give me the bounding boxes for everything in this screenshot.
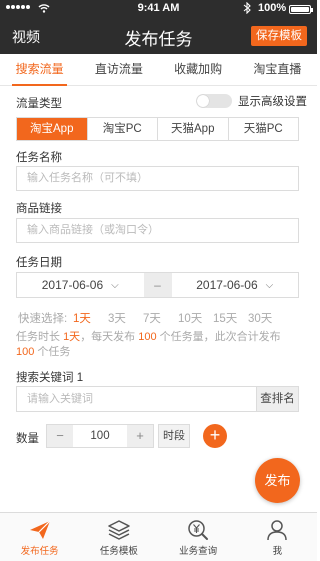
task-name-label: 任务名称 xyxy=(16,152,62,164)
bottom-nav-label: 任务模板 xyxy=(99,546,138,557)
end-date-picker[interactable]: 2017-06-06 ⌵ xyxy=(172,273,299,297)
quick-option-1-day[interactable]: 1天 xyxy=(73,310,108,326)
tab-favorite-cart[interactable]: 收藏加购 xyxy=(159,54,238,85)
quick-option-3-days[interactable]: 3天 xyxy=(108,310,143,326)
bottom-nav-label: 业务查询 xyxy=(179,546,218,557)
task-name-input[interactable]: 输入任务名称（可不填） xyxy=(16,166,299,191)
search-yen-icon xyxy=(188,520,209,540)
chevron-down-icon: ⌵ xyxy=(265,279,274,291)
summary-per-day: 100 xyxy=(138,331,157,343)
start-date-picker[interactable]: 2017-06-06 ⌵ xyxy=(17,273,144,297)
quantity-label: 数量 xyxy=(16,433,39,445)
navigation-bar: 视频 发布任务 保存模板 xyxy=(0,18,317,54)
keyword-row: 请输入关键词 查排名 xyxy=(16,386,299,412)
platform-taobao-pc[interactable]: 淘宝PC xyxy=(88,118,158,140)
quick-option-10-days[interactable]: 10天 xyxy=(178,310,213,326)
summary-text: 个任务量，此次合计发布 xyxy=(159,331,281,343)
bottom-nav-task-template[interactable]: 任务模板 xyxy=(79,513,158,561)
quantity-plus-button[interactable]: + xyxy=(127,425,153,447)
summary-text: 任务时长 xyxy=(16,331,60,343)
advanced-settings: 显示高级设置 xyxy=(196,93,307,109)
battery-percent: 100% xyxy=(258,2,287,14)
send-icon xyxy=(29,520,51,539)
publish-button[interactable]: 发布 xyxy=(255,458,300,503)
bottom-nav-label: 发布任务 xyxy=(20,546,59,557)
summary-text: 个任务 xyxy=(37,346,71,358)
quick-option-7-days[interactable]: 7天 xyxy=(143,310,178,326)
status-bar: 9:41 AM 100% xyxy=(0,0,317,18)
keyword-label: 搜索关键词 1 xyxy=(16,372,84,384)
quick-option-30-days[interactable]: 30天 xyxy=(248,310,283,326)
date-separator: – xyxy=(143,273,172,297)
traffic-tabs: 搜索流量 直访流量 收藏加购 淘宝直播 xyxy=(0,54,317,86)
keyword-input[interactable]: 请输入关键词 xyxy=(17,387,256,411)
quick-option-15-days[interactable]: 15天 xyxy=(213,310,248,326)
advanced-settings-label: 显示高级设置 xyxy=(238,96,307,108)
bluetooth-icon xyxy=(243,2,251,14)
end-date-value: 2017-06-06 xyxy=(196,278,258,292)
product-link-label: 商品链接 xyxy=(16,203,62,215)
task-summary: 任务时长 1天，每天发布 100 个任务量，此次合计发布 100 个任务 xyxy=(16,330,286,360)
advanced-settings-toggle[interactable] xyxy=(196,94,232,108)
quantity-value[interactable]: 100 xyxy=(73,425,127,447)
bottom-nav-label: 我 xyxy=(272,546,283,557)
time-slot-button[interactable]: 时段 xyxy=(158,424,190,448)
start-date-value: 2017-06-06 xyxy=(41,278,104,292)
product-link-input[interactable]: 输入商品链接（或淘口令） xyxy=(16,218,299,243)
platform-taobao-app[interactable]: 淘宝App xyxy=(17,118,88,140)
bottom-nav-me[interactable]: 我 xyxy=(238,513,317,561)
quantity-minus-button[interactable]: − xyxy=(47,425,73,447)
tab-search-traffic[interactable]: 搜索流量 xyxy=(0,54,79,86)
layers-icon xyxy=(108,520,130,540)
platform-selector: 淘宝App 淘宝PC 天猫App 天猫PC xyxy=(16,117,299,141)
platform-tmall-pc[interactable]: 天猫PC xyxy=(229,118,299,140)
battery-icon xyxy=(289,5,313,14)
flow-type-label: 流量类型 xyxy=(16,98,62,110)
add-keyword-button[interactable]: + xyxy=(203,424,227,448)
quick-select-label: 快速选择: xyxy=(18,313,68,325)
bottom-nav: 发布任务 任务模板 业务查询 我 xyxy=(0,512,317,561)
bottom-nav-business-query[interactable]: 业务查询 xyxy=(159,513,238,561)
check-rank-button[interactable]: 查排名 xyxy=(256,387,298,411)
user-icon xyxy=(267,520,288,541)
task-date-range: 2017-06-06 ⌵ – 2017-06-06 ⌵ xyxy=(16,272,299,298)
save-template-button[interactable]: 保存模板 xyxy=(251,26,307,46)
summary-total: 100 xyxy=(16,346,35,358)
platform-tmall-app[interactable]: 天猫App xyxy=(158,118,229,140)
tab-direct-traffic[interactable]: 直访流量 xyxy=(79,54,158,85)
chevron-down-icon: ⌵ xyxy=(111,279,119,291)
summary-text: ，每天发布 xyxy=(80,331,136,343)
tab-taobao-live[interactable]: 淘宝直播 xyxy=(238,54,317,85)
task-date-label: 任务日期 xyxy=(16,257,62,269)
quick-select: 快速选择: 1天 3天 7天 10天 15天 30天 xyxy=(18,310,283,326)
summary-days: 1天 xyxy=(63,331,81,343)
bottom-nav-publish-task[interactable]: 发布任务 xyxy=(0,513,79,561)
quantity-stepper: − 100 + xyxy=(46,424,154,448)
